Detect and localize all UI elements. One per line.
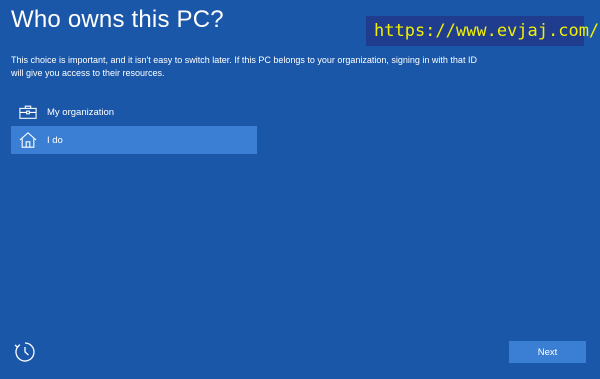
option-label: My organization xyxy=(47,106,115,118)
page-title: Who owns this PC? xyxy=(11,6,224,33)
next-button[interactable]: Next xyxy=(509,341,586,363)
option-my-organization[interactable]: My organization xyxy=(11,98,257,126)
watermark-url: https://www.evjaj.com/ xyxy=(366,16,599,46)
home-icon xyxy=(19,131,37,149)
ease-of-access-icon[interactable] xyxy=(13,340,37,364)
option-i-do[interactable]: I do xyxy=(11,126,257,154)
briefcase-icon xyxy=(19,103,37,121)
option-label: I do xyxy=(47,134,63,146)
page-description: This choice is important, and it isn't e… xyxy=(11,55,477,78)
